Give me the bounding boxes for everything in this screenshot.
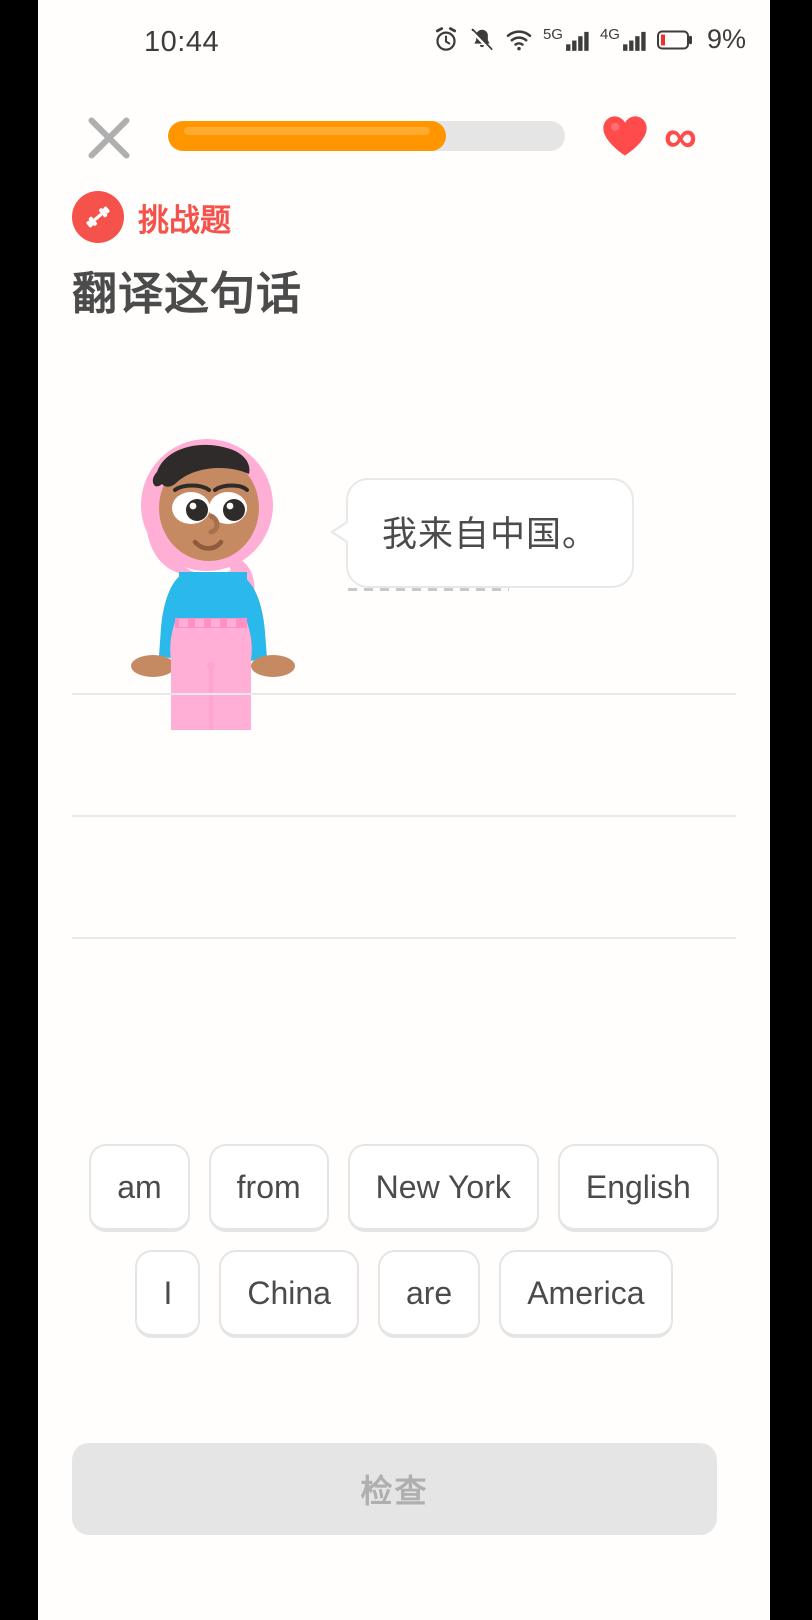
battery-percent: 9% <box>706 24 746 54</box>
word-tile[interactable]: English <box>557 1144 719 1232</box>
prompt-dashed-underline <box>348 588 509 591</box>
prompt-scene: 我来自中国。 <box>38 400 770 730</box>
page-title: 翻译这句话 <box>72 268 303 319</box>
heart-icon <box>603 116 647 156</box>
check-button[interactable]: 检查 <box>72 1443 717 1535</box>
hearts-indicator[interactable]: ∞ <box>600 110 697 162</box>
battery-low-icon <box>656 30 692 49</box>
signal-5g-label: 5G <box>542 25 563 43</box>
word-bank-row: am from New York English <box>72 1144 736 1232</box>
status-time: 10:44 <box>144 26 220 58</box>
answer-slot-line[interactable] <box>72 937 736 939</box>
exercise-top-bar: ∞ <box>38 95 770 181</box>
answer-slot-line[interactable] <box>72 693 736 695</box>
challenge-badge-label: 挑战题 <box>138 202 231 238</box>
wifi-icon <box>506 29 532 50</box>
signal-4g-label: 4G <box>599 25 620 43</box>
alarm-icon <box>435 26 456 51</box>
dumbbell-icon <box>72 191 124 243</box>
status-icons: 5G 4G 9% <box>432 24 746 55</box>
answer-slots[interactable] <box>72 693 736 1059</box>
word-tile[interactable]: am <box>89 1144 190 1232</box>
word-bank-row: I China are America <box>72 1250 736 1338</box>
word-tile[interactable]: China <box>219 1250 359 1338</box>
character-avatar <box>131 439 295 730</box>
close-icon <box>88 117 130 159</box>
bell-muted-icon <box>471 28 493 53</box>
challenge-badge: 挑战题 <box>72 191 231 243</box>
bubble-tail-fill <box>334 520 352 544</box>
word-tile[interactable]: I <box>135 1250 201 1338</box>
word-tile[interactable]: America <box>499 1250 673 1338</box>
signal-5g-icon: 5G <box>543 27 591 53</box>
speech-bubble: 我来自中国。 <box>330 478 634 591</box>
progress-highlight <box>184 127 430 135</box>
hearts-count: ∞ <box>664 110 697 162</box>
word-tile[interactable]: from <box>208 1144 329 1232</box>
close-button[interactable] <box>74 103 144 173</box>
word-tile[interactable]: New York <box>347 1144 539 1232</box>
word-bank: am from New York English I China are America <box>72 1144 736 1356</box>
signal-4g-icon: 4G <box>600 27 648 53</box>
word-tile[interactable]: are <box>377 1250 481 1338</box>
status-bar: 10:44 5G 4G 9% <box>38 0 770 78</box>
lesson-progress-fill <box>168 121 446 151</box>
prompt-sentence[interactable]: 我来自中国。 <box>382 506 598 561</box>
phone-screen: 10:44 5G 4G 9% ∞ 挑战题 翻译这句话 我来自中国。 am fro… <box>38 0 770 1620</box>
answer-slot-line[interactable] <box>72 815 736 817</box>
lesson-progress-bar <box>168 121 565 151</box>
